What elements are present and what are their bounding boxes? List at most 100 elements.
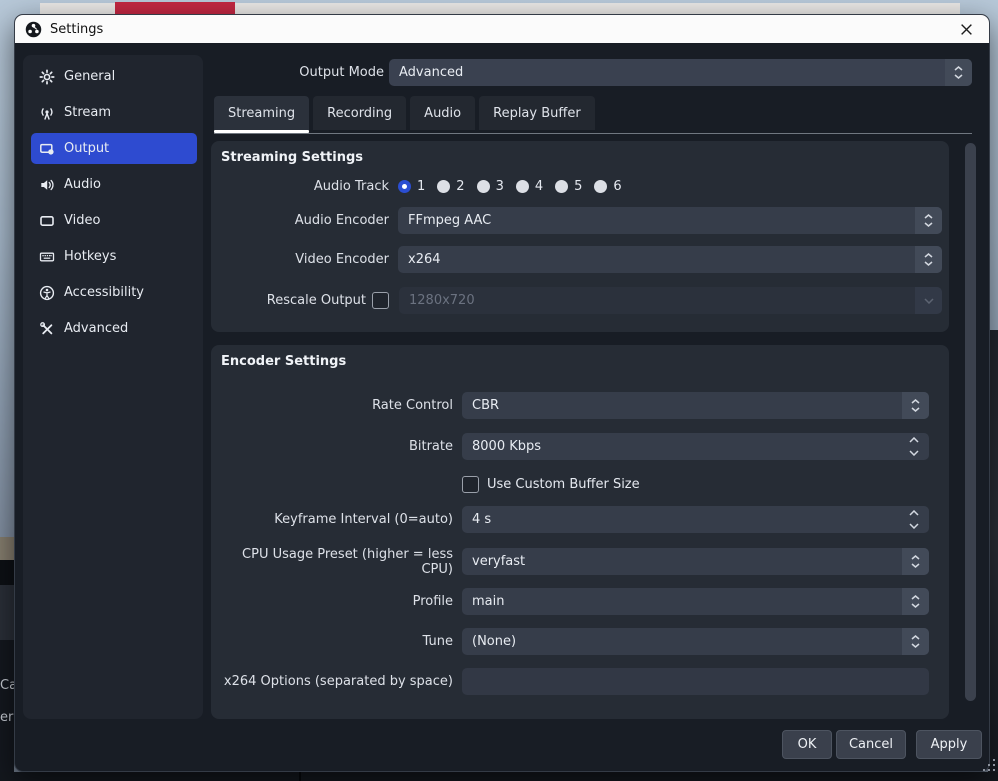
bitrate-label: Bitrate <box>211 439 462 454</box>
close-button[interactable] <box>953 18 979 40</box>
cpu-usage-preset-value: veryfast <box>462 554 902 569</box>
resize-grip-icon[interactable] <box>983 759 995 771</box>
sidebar-item-general[interactable]: General <box>31 61 197 92</box>
combo-spinner <box>902 628 929 655</box>
chevron-up-icon <box>911 399 920 404</box>
keyframe-interval-value: 4 s <box>462 512 899 527</box>
video-encoder-value: x264 <box>398 252 915 267</box>
tab-label: Audio <box>424 106 461 121</box>
audio-track-radio-6[interactable] <box>594 180 607 193</box>
audio-track-radio-4[interactable] <box>516 180 529 193</box>
keyframe-interval-spinbox[interactable]: 4 s <box>462 506 929 533</box>
scrollbar-thumb[interactable] <box>965 143 976 701</box>
use-custom-buffer-size-checkbox[interactable] <box>462 476 479 493</box>
chevron-down-icon <box>954 74 963 79</box>
bitrate-value: 8000 Kbps <box>462 439 899 454</box>
sidebar-item-accessibility[interactable]: Accessibility <box>31 277 197 308</box>
output-mode-select[interactable]: Advanced <box>389 59 972 86</box>
tab-streaming[interactable]: Streaming <box>214 96 309 130</box>
audio-track-radio-5[interactable] <box>555 180 568 193</box>
sidebar-item-label: Audio <box>64 177 101 192</box>
audio-track-label: Audio Track <box>211 179 398 194</box>
cpu-usage-preset-select[interactable]: veryfast <box>462 548 929 575</box>
custom-buffer-row: Use Custom Buffer Size <box>211 475 929 493</box>
chevron-down-icon <box>924 261 933 266</box>
chevron-down-icon <box>924 222 933 227</box>
apply-button[interactable]: Apply <box>916 730 982 759</box>
tab-audio[interactable]: Audio <box>410 96 475 130</box>
chevron-down-icon <box>911 407 920 412</box>
tune-label: Tune <box>211 634 462 649</box>
close-icon <box>960 23 973 36</box>
tune-value: (None) <box>462 634 902 649</box>
settings-dialog: Settings General <box>14 14 990 772</box>
background-bottom-strip <box>0 772 998 781</box>
sidebar-item-audio[interactable]: Audio <box>31 169 197 200</box>
background-clipped-text: er <box>0 710 14 725</box>
chevron-up-icon <box>911 635 920 640</box>
sidebar-item-output[interactable]: Output <box>31 133 197 164</box>
scrollbar[interactable] <box>964 141 977 719</box>
sidebar-item-video[interactable]: Video <box>31 205 197 236</box>
profile-row: Profile main <box>211 588 929 615</box>
video-encoder-select[interactable]: x264 <box>398 246 942 273</box>
sidebar-item-label: General <box>64 69 115 84</box>
radio-label: 2 <box>456 179 464 194</box>
sidebar-item-stream[interactable]: Stream <box>31 97 197 128</box>
combo-spinner <box>902 392 929 419</box>
dialog-titlebar[interactable]: Settings <box>15 15 989 43</box>
spinbox-arrows[interactable] <box>899 433 929 460</box>
sidebar-item-label: Advanced <box>64 321 128 336</box>
gear-icon <box>38 68 55 85</box>
profile-select[interactable]: main <box>462 588 929 615</box>
rescale-resolution-select[interactable]: 1280x720 <box>399 287 942 314</box>
sidebar-item-label: Stream <box>64 105 111 120</box>
keyframe-interval-label: Keyframe Interval (0=auto) <box>211 512 462 527</box>
x264-options-input[interactable] <box>462 668 929 695</box>
chevron-up-icon <box>924 214 933 219</box>
audio-encoder-select[interactable]: FFmpeg AAC <box>398 207 942 234</box>
combo-spinner <box>915 246 942 273</box>
tab-label: Streaming <box>228 106 295 121</box>
radio-label: 4 <box>535 179 543 194</box>
combo-spinner <box>915 207 942 234</box>
audio-track-radio-2[interactable] <box>437 180 450 193</box>
sidebar-item-label: Video <box>64 213 100 228</box>
encoder-settings-group: Encoder Settings Rate Control CBR Bitrat… <box>211 345 949 719</box>
chevron-up-icon <box>909 510 919 516</box>
settings-sidebar: General Stream Output <box>23 55 203 719</box>
chevron-down-icon <box>911 563 920 568</box>
background-clipped-text: Ca <box>0 678 14 693</box>
audio-track-row: Audio Track 1 2 3 4 5 6 <box>211 177 942 195</box>
dialog-body: General Stream Output <box>15 43 989 771</box>
speaker-icon <box>38 176 55 193</box>
radio-label: 6 <box>613 179 621 194</box>
spinbox-arrows[interactable] <box>899 506 929 533</box>
obs-logo-icon <box>25 21 42 38</box>
tab-recording[interactable]: Recording <box>313 96 406 130</box>
cancel-button[interactable]: Cancel <box>836 730 906 759</box>
sidebar-item-label: Hotkeys <box>64 249 116 264</box>
combo-spinner <box>902 588 929 615</box>
sidebar-item-advanced[interactable]: Advanced <box>31 313 197 344</box>
sidebar-item-hotkeys[interactable]: Hotkeys <box>31 241 197 272</box>
profile-label: Profile <box>211 594 462 609</box>
screen: Ca er Settings General <box>0 0 998 781</box>
bitrate-spinbox[interactable]: 8000 Kbps <box>462 433 929 460</box>
chevron-up-icon <box>909 437 919 443</box>
keyframe-interval-row: Keyframe Interval (0=auto) 4 s <box>211 506 929 533</box>
ok-button[interactable]: OK <box>782 730 832 759</box>
audio-track-radio-1[interactable] <box>398 180 411 193</box>
combo-spinner <box>915 287 942 314</box>
tab-replay-buffer[interactable]: Replay Buffer <box>479 96 595 130</box>
video-encoder-row: Video Encoder x264 <box>211 246 942 273</box>
background-dark-fragment <box>0 560 14 585</box>
audio-track-radio-3[interactable] <box>477 180 490 193</box>
keyboard-icon <box>38 248 55 265</box>
tune-select[interactable]: (None) <box>462 628 929 655</box>
audio-encoder-row: Audio Encoder FFmpeg AAC <box>211 207 942 234</box>
monitor-icon <box>38 212 55 229</box>
rate-control-select[interactable]: CBR <box>462 392 929 419</box>
output-tabs: Streaming Recording Audio Replay Buffer <box>214 96 599 134</box>
rescale-output-checkbox[interactable] <box>372 292 389 309</box>
